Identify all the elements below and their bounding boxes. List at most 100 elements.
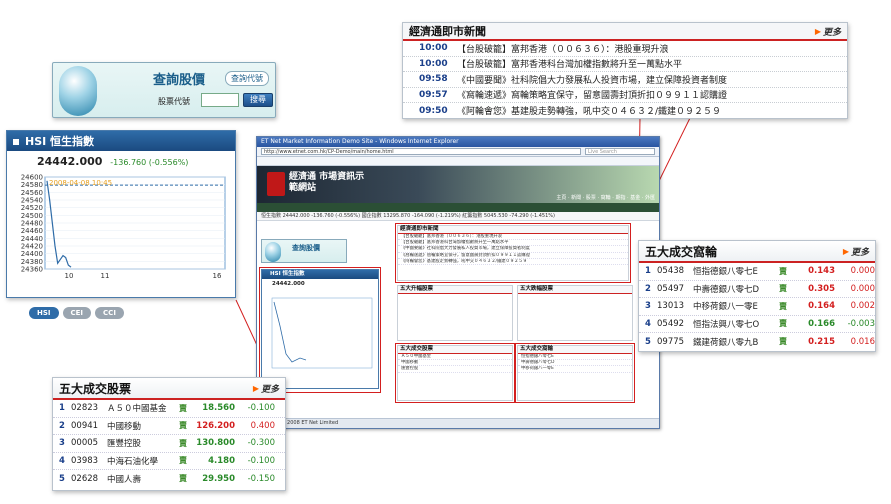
stock-code[interactable]: 05438 [657,266,693,276]
news-headline[interactable]: 《阿輪會您》基建股走勢轉強，吼中交０４６３２/鐵建０９２５９ [457,104,721,117]
stock-name[interactable]: 恒指德銀八零七E [693,265,779,277]
x-tick-label: 10 [65,272,74,280]
browser-title-bar: ET Net Market Information Demo Site - Wi… [257,137,659,147]
news-item[interactable]: 10:00 【台股破籠】富邦香港（００６３６）：港股重現升浪 [403,41,847,57]
news-item[interactable]: 10:00 【台股破籠】富邦香港科台灣加權指數將升至一萬點水平 [403,57,847,72]
highlight-warrants [515,343,635,403]
news-item[interactable]: 09:50 《阿輪會您》基建股走勢轉強，吼中交０４６３２/鐵建０９２５９ [403,103,847,119]
stock-name[interactable]: 鐵建荷銀八零九B [693,336,779,348]
price-change: -0.003 [847,318,875,329]
tab-cci[interactable]: CCI [95,307,124,319]
ranking-row[interactable]: 3 00005 匯豐控股賣 130.800 -0.300 [53,435,285,453]
rank-number: 1 [59,403,65,414]
mini-stock-query: 查詢股價 [261,239,347,263]
ranking-row[interactable]: 5 02628 中國人壽賣 29.950 -0.150 [53,470,285,488]
browser-window: ET Net Market Information Demo Site - Wi… [256,136,660,429]
trade-flag-icon: 賣 [779,319,787,329]
search-button[interactable]: 搜尋 [243,93,273,107]
price-change: 0.002 [850,301,875,312]
more-arrow-icon: ▶ [842,246,849,256]
ranking-row[interactable]: 2 05497 中壽德銀八零七D 賣 0.305 0.000 [639,281,875,298]
y-tick-label: 24360 [21,266,43,274]
stock-name[interactable]: Ａ５０中國基金 [107,402,179,414]
rank-number: 2 [645,283,651,294]
news-time: 09:58 [419,74,448,85]
last-price: 0.166 [808,318,835,329]
tab-hsi[interactable]: HSI [29,307,59,319]
news-headline[interactable]: 《窩輪速遞》窩輪策略宜保守，留意國壽封頂折扣０９９１１認購證 [457,88,727,101]
stock-code[interactable]: 13013 [657,301,693,311]
x-tick-label: 11 [101,272,110,280]
hsi-quote: 24442.000 -136.760 (-0.556%) [7,151,235,173]
news-time: 09:50 [419,105,448,116]
highlight-news [395,223,631,283]
trade-flag-icon: 賣 [179,438,187,448]
stock-code[interactable]: 00941 [71,421,107,431]
index-tabs: HSI CEI CCI [29,307,124,319]
site-logo-icon [267,172,285,196]
stock-code-input[interactable] [201,93,239,107]
news-item[interactable]: 09:57 《窩輪速遞》窩輪策略宜保守，留意國壽封頂折扣０９９１１認購證 [403,88,847,103]
top-warrants-title: 五大成交窩輪 [645,244,718,259]
ranking-row[interactable]: 5 09775 鐵建荷銀八零九B 賣 0.215 0.016 [639,333,875,351]
stock-code[interactable]: 00005 [71,438,107,448]
top-stocks-header: 五大成交股票 ▶ 更多 [53,378,285,400]
stock-name[interactable]: 匯豐控股 [107,437,179,449]
stock-name[interactable]: 中移荷銀八一零E [693,300,779,312]
price-change: 0.400 [250,420,275,431]
price-change: -0.300 [247,438,275,449]
top-warrants-more-link[interactable]: ▶ 更多 [843,245,869,258]
stock-code[interactable]: 02628 [71,474,107,484]
stock-code-label: 股票代號 [158,97,190,106]
price-change: 0.000 [850,283,875,294]
top-stocks-more-link[interactable]: ▶ 更多 [253,382,279,395]
ranking-row[interactable]: 1 05438 恒指德銀八零七E 賣 0.143 0.000 [639,263,875,281]
index-ticker: 恒生指數 24442.000 -136.760 (-0.556%) 國企指數 1… [257,212,659,221]
trade-flag-icon: 賣 [779,266,787,276]
site-nav[interactable]: 主頁 · 新聞 · 股票 · 窩輪 · 期指 · 基金 · 外匯 [556,194,655,201]
news-headline[interactable]: 《中國要聞》社科院倡大力發展私人投資市場，建立保障投資者制度 [457,73,727,86]
stock-name[interactable]: 中國人壽 [107,473,179,485]
news-headline[interactable]: 【台股破籠】富邦香港科台灣加權指數將升至一萬點水平 [457,57,682,70]
price-change: -0.100 [247,403,275,414]
query-title: 查詢股價 [153,73,206,88]
stock-code[interactable]: 05492 [657,319,693,329]
stock-name[interactable]: 中海石油化學 [107,455,179,467]
ranking-row[interactable]: 1 02823 Ａ５０中國基金賣 18.560 -0.100 [53,400,285,418]
stock-name[interactable]: 恒指法興八零七O [693,318,779,330]
last-price: 0.305 [808,283,835,294]
price-change: -0.150 [247,473,275,484]
bullet-icon [13,139,19,145]
trade-flag-icon: 賣 [179,474,187,484]
rank-number: 5 [645,336,651,347]
address-input[interactable]: http://www.etnet.com.hk/CP-Demo/main/hom… [261,148,581,155]
top-stocks-panel: 五大成交股票 ▶ 更多 1 02823 Ａ５０中國基金賣 18.560 -0.100 2 00… [52,377,286,491]
news-more-link[interactable]: ▶ 更多 [815,25,841,38]
top-warrants-header: 五大成交窩輪 ▶ 更多 [639,241,875,263]
stock-code[interactable]: 03983 [71,456,107,466]
tab-cei[interactable]: CEI [62,307,92,319]
ranking-row[interactable]: 3 13013 中移荷銀八一零E 賣 0.164 0.002 [639,298,875,316]
stock-name[interactable]: 中國移動 [107,420,179,432]
mini-top-losers: 五大跌幅股票 [517,285,633,341]
site-logo-text[interactable]: 經濟通 市場資訊示範網站 [289,172,369,194]
ranking-row[interactable]: 2 00941 中國移動賣 126.200 0.400 [53,418,285,435]
hsi-value: 24442.000 [37,155,103,168]
top-stocks-title: 五大成交股票 [59,381,132,396]
top-warrants-panel: 五大成交窩輪 ▶ 更多 1 05438 恒指德銀八零七E 賣 0.143 0.000 2 054… [638,240,876,352]
top-stocks-list: 1 02823 Ａ５０中國基金賣 18.560 -0.100 2 00941 中國移動賣 126… [53,400,285,488]
trade-flag-icon: 賣 [779,337,787,347]
stock-code[interactable]: 05497 [657,284,693,294]
rank-number: 3 [59,438,65,449]
query-code-link[interactable]: 查詢代號 [225,71,269,86]
news-item[interactable]: 09:58 《中國要聞》社科院倡大力發展私人投資市場，建立保障投資者制度 [403,72,847,88]
stock-code[interactable]: 09775 [657,337,693,347]
browser-search-input[interactable]: Live Search [585,148,655,155]
news-headline[interactable]: 【台股破籠】富邦香港（００６３６）：港股重現升浪 [457,42,669,55]
ranking-row[interactable]: 4 05492 恒指法興八零七O 賣 0.166 -0.003 [639,316,875,333]
trade-flag-icon: 賣 [179,456,187,466]
stock-name[interactable]: 中壽德銀八零七D [693,283,779,295]
news-time: 10:00 [419,58,448,69]
ranking-row[interactable]: 4 03983 中海石油化學賣 4.180 -0.100 [53,453,285,470]
stock-code[interactable]: 02823 [71,403,107,413]
